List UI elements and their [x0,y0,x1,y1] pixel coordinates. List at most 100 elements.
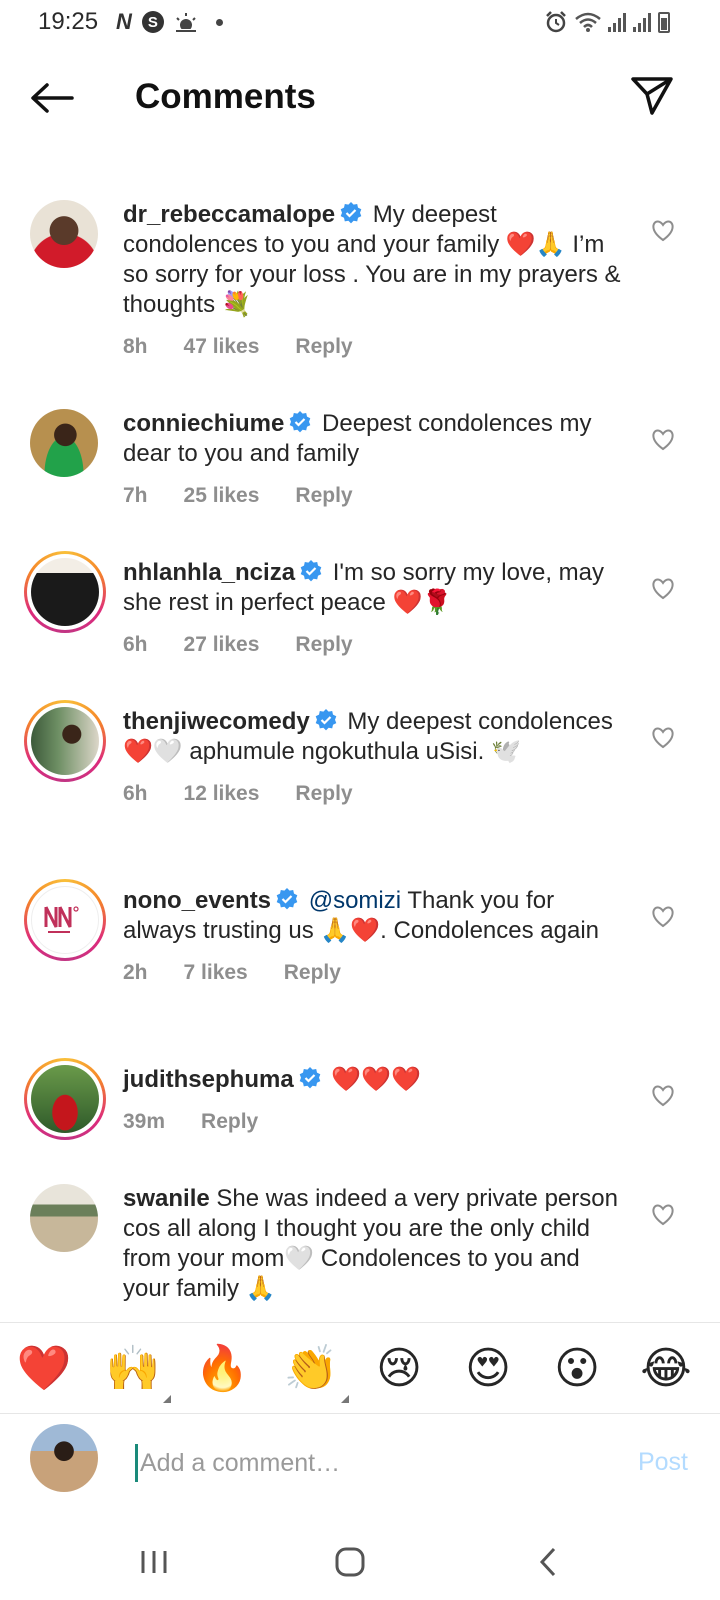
system-nav-bar [0,1524,720,1600]
verified-badge-icon [299,1067,320,1089]
like-button[interactable] [648,902,678,932]
reply-button[interactable]: Reply [295,481,352,511]
comment-time: 7h [123,484,148,507]
like-button[interactable] [648,1081,678,1111]
back-button[interactable] [24,78,80,118]
comment-username[interactable]: dr_rebeccamalope [123,201,335,228]
comment-likes[interactable]: 47 likes [184,332,260,362]
reply-button[interactable]: Reply [201,1107,258,1137]
weather-icon [173,13,198,33]
comment-username[interactable]: swanile [123,1185,210,1212]
heart-outline-icon [652,220,674,242]
avatar[interactable] [30,409,98,477]
signal-icon [633,12,651,32]
home-icon [335,1547,365,1577]
reaction-laughing[interactable]: 😂 [638,1341,694,1397]
comment-composer: Post [0,1414,720,1524]
verified-badge-icon [276,888,298,910]
reaction-heart-eyes[interactable]: 😍 [460,1341,516,1397]
recent-apps-icon [141,1551,167,1573]
avatar[interactable] [24,879,106,961]
comment-likes[interactable]: 25 likes [184,481,260,511]
comment-input[interactable] [135,1444,575,1482]
post-button[interactable]: Post [638,1448,688,1477]
comment-username[interactable]: thenjiwecomedy [123,708,310,735]
status-bar: 19:25 N S [0,0,720,44]
notification-dot [215,18,223,26]
comment-time: 39m [123,1110,166,1133]
share-button[interactable] [628,72,676,120]
comment-username[interactable]: nono_events [123,887,271,914]
reply-button[interactable]: Reply [295,779,352,809]
avatar[interactable] [24,700,106,782]
heart-outline-icon [652,906,674,928]
alarm-icon [546,11,566,33]
avatar[interactable] [30,1184,98,1252]
avatar[interactable] [24,1058,106,1140]
skin-tone-indicator [163,1395,171,1403]
raised-hands-emoji: 🙌 [105,1344,161,1393]
like-button[interactable] [648,425,678,455]
arrow-left-icon [31,83,74,113]
netflix-n-icon: N [116,9,132,34]
reply-button[interactable]: Reply [284,958,341,988]
skin-tone-indicator [341,1395,349,1403]
status-left-icons: N S [116,9,223,35]
comments-list[interactable]: dr_rebeccamalope My deepest condolences … [0,140,720,1322]
heart-outline-icon [652,1085,674,1107]
comment-text: ❤️❤️❤️ [331,1066,421,1093]
comment-username[interactable]: judithsephuma [123,1066,294,1093]
system-back-button[interactable] [518,1542,578,1582]
page-title: Comments [135,77,316,116]
like-button[interactable] [648,723,678,753]
comment-likes[interactable]: 7 likes [184,958,248,988]
comment-username[interactable]: conniechiume [123,410,284,437]
comment-meta: 2h 7 likes Reply [123,958,623,988]
heart-outline-icon [652,727,674,749]
mention-link[interactable]: @somizi [309,887,401,914]
avatar[interactable] [30,200,98,268]
status-right-icons [544,10,670,34]
like-button[interactable] [648,1200,678,1230]
reaction-clap[interactable]: 👏 [283,1341,349,1403]
back-icon [539,1547,556,1577]
verified-badge-icon [300,560,322,582]
verified-badge-icon [290,411,311,433]
header: Comments [0,56,720,140]
reaction-crying[interactable]: 😢 [371,1341,427,1397]
reaction-surprised[interactable]: 😮 [549,1341,605,1397]
comment-username[interactable]: nhlanhla_nciza [123,559,295,586]
signal-icon [608,12,626,32]
comment-time: 6h [123,633,148,656]
reply-button[interactable]: Reply [295,630,352,660]
reaction-heart[interactable]: ❤️ [16,1341,72,1397]
comment-time: 2h [123,961,148,984]
heart-outline-icon [652,578,674,600]
reaction-fire[interactable]: 🔥 [194,1341,250,1397]
s-app-icon: S [141,11,164,33]
verified-badge-icon [315,709,337,731]
avatar[interactable] [24,551,106,633]
battery-icon [658,11,670,33]
recent-apps-button[interactable] [124,1542,184,1582]
comment-meta: 8h 47 likes Reply [123,332,623,362]
heart-outline-icon [652,429,674,451]
like-button[interactable] [648,216,678,246]
clap-emoji: 👏 [283,1344,339,1393]
emoji-reaction-bar: ❤️ 🙌 🔥 👏 😢 😍 😮 😂 [0,1322,720,1414]
like-button[interactable] [648,574,678,604]
reaction-raised-hands[interactable]: 🙌 [105,1341,171,1403]
status-time: 19:25 [38,8,99,35]
nono-events-logo [44,906,79,933]
comment-likes[interactable]: 27 likes [184,630,260,660]
paper-plane-icon [631,77,673,115]
comment-meta: 6h 27 likes Reply [123,630,623,660]
comment-likes[interactable]: 12 likes [184,779,260,809]
comment-meta: 39m Reply [123,1107,623,1137]
reply-button[interactable]: Reply [295,332,352,362]
home-button[interactable] [320,1542,380,1582]
comment-time: 8h [123,335,148,358]
comment-time: 6h [123,782,148,805]
verified-badge-icon [340,202,362,224]
comment-meta: 6h 12 likes Reply [123,779,623,809]
